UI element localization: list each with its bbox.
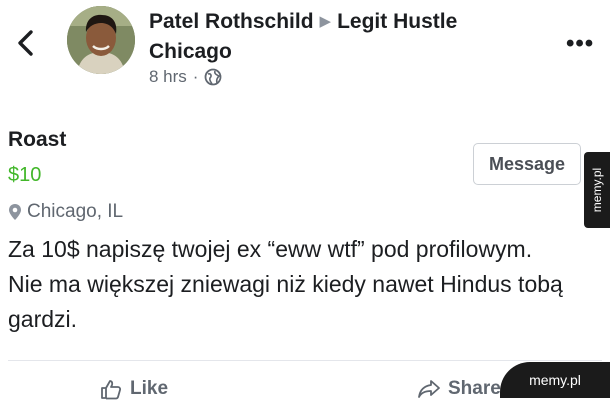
post-timestamp[interactable]: 8 hrs [149, 67, 187, 87]
profile-photo [67, 6, 135, 74]
globe-icon [205, 68, 222, 86]
listing-title: Roast [8, 128, 67, 151]
avatar[interactable] [67, 6, 135, 74]
share-label: Share [448, 378, 501, 399]
divider [8, 360, 602, 361]
meta-separator: · [192, 67, 199, 86]
location-pin-icon [9, 204, 21, 220]
more-options-icon[interactable]: ••• [566, 30, 594, 58]
corner-watermark: memy.pl [500, 362, 610, 398]
share-button[interactable]: Share [418, 378, 501, 400]
triangle-right-icon: ▶ [319, 13, 332, 30]
share-arrow-icon [418, 380, 440, 398]
post-author-line: Patel Rothschild ▶ Legit Hustle Chicago [149, 8, 529, 66]
thumbs-up-icon [101, 380, 122, 400]
side-watermark-text: memy.pl [590, 167, 605, 213]
message-button[interactable]: Message [473, 143, 581, 185]
chevron-left-icon [18, 30, 33, 56]
post-meta: 8 hrs · [149, 67, 222, 87]
listing-location: Chicago, IL [8, 201, 123, 223]
like-button[interactable]: Like [100, 378, 168, 400]
post-body: Za 10$ napiszę twojej ex “eww wtf” pod p… [8, 236, 563, 332]
listing-price: $10 [8, 164, 42, 186]
like-label: Like [130, 378, 169, 399]
side-watermark: memy.pl [584, 152, 610, 228]
back-button[interactable] [14, 28, 38, 58]
author-name[interactable]: Patel Rothschild [149, 10, 314, 33]
location-text: Chicago, IL [27, 201, 124, 222]
